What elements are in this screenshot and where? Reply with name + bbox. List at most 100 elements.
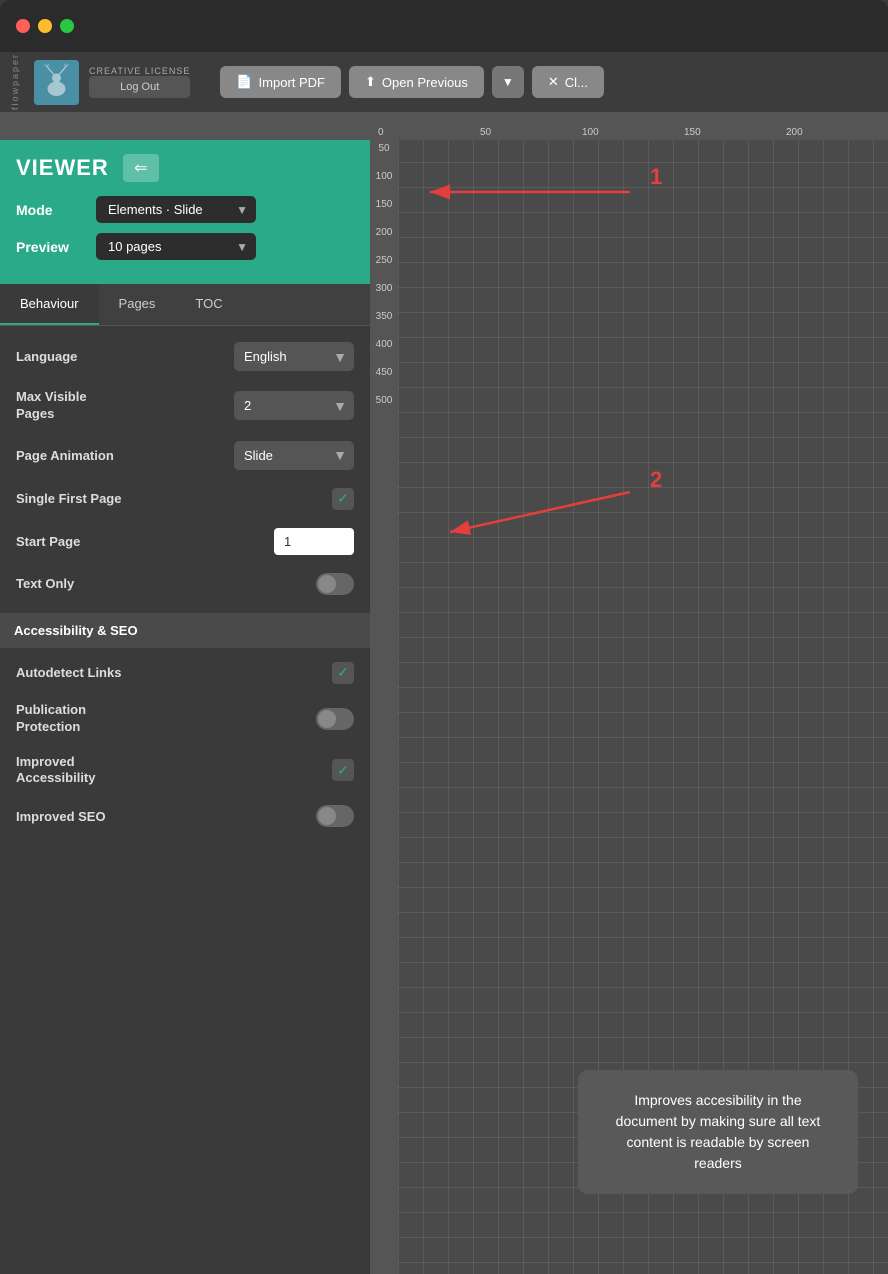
ruler-left-tick-200: 200 xyxy=(376,228,393,238)
language-select[interactable]: English French German Spanish xyxy=(234,342,354,371)
panel-content: Language English French German Spanish ▼… xyxy=(0,326,370,1274)
preview-select-wrapper: 10 pages 5 pages All pages ▼ xyxy=(96,233,256,260)
open-prev-icon: ⬆ xyxy=(365,74,376,90)
viewer-swap-icon: ⇐ xyxy=(134,158,147,178)
improved-accessibility-label: ImprovedAccessibility xyxy=(16,754,332,788)
ruler-left-tick-450: 450 xyxy=(376,368,393,378)
open-previous-dropdown[interactable]: ▼ xyxy=(492,66,524,98)
max-visible-row: Max VisiblePages 1 2 3 4 ▼ xyxy=(16,389,354,423)
autodetect-links-checkbox-area: ✓ xyxy=(332,662,354,684)
maximize-traffic-light[interactable] xyxy=(60,19,74,33)
improved-accessibility-row: ImprovedAccessibility ✓ xyxy=(16,754,354,788)
tab-pages[interactable]: Pages xyxy=(99,284,176,325)
preview-select[interactable]: 10 pages 5 pages All pages xyxy=(96,233,256,260)
tabs-bar: Behaviour Pages TOC xyxy=(0,284,370,326)
mode-select-wrapper: Elements · Slide Flipbook Presentation ▼ xyxy=(96,196,256,223)
ruler-left-tick-500: 500 xyxy=(376,396,393,406)
title-bar xyxy=(0,0,888,52)
tooltip-box: Improves accesibility in the document by… xyxy=(578,1070,858,1194)
publication-protection-row: PublicationProtection xyxy=(16,702,354,736)
ruler-tick-100: 100 xyxy=(582,127,684,138)
publication-protection-toggle[interactable] xyxy=(316,708,354,730)
ruler-tick-150: 150 xyxy=(684,127,786,138)
single-first-page-checkbox-area: ✓ xyxy=(332,488,354,510)
flowpaper-logo-icon xyxy=(34,60,79,105)
close-label: Cl... xyxy=(565,75,588,90)
ruler-left-tick-150: 150 xyxy=(376,200,393,210)
single-first-page-row: Single First Page ✓ xyxy=(16,488,354,510)
logout-button[interactable]: Log Out xyxy=(89,76,190,98)
autodetect-links-label: Autodetect Links xyxy=(16,665,332,680)
max-visible-select-wrapper: 1 2 3 4 ▼ xyxy=(234,391,354,420)
ruler-tick-50: 50 xyxy=(480,127,582,138)
start-page-input[interactable] xyxy=(274,528,354,555)
preview-label: Preview xyxy=(16,239,96,255)
improved-accessibility-checkbox-area: ✓ xyxy=(332,759,354,781)
text-only-knob xyxy=(318,575,336,593)
improved-accessibility-check-icon: ✓ xyxy=(337,762,349,779)
page-animation-label: Page Animation xyxy=(16,448,234,463)
publication-protection-label: PublicationProtection xyxy=(16,702,316,736)
max-visible-label: Max VisiblePages xyxy=(16,389,234,423)
ruler-tick-0: 0 xyxy=(378,127,480,138)
improved-seo-row: Improved SEO xyxy=(16,805,354,827)
max-visible-select[interactable]: 1 2 3 4 xyxy=(234,391,354,420)
open-previous-button[interactable]: ⬆ Open Previous xyxy=(349,66,484,98)
start-page-label: Start Page xyxy=(16,534,274,549)
improved-seo-toggle[interactable] xyxy=(316,805,354,827)
ruler-left: 0 50 100 150 200 250 300 350 400 450 500 xyxy=(370,112,398,1274)
start-page-row: Start Page xyxy=(16,528,354,555)
close-traffic-light[interactable] xyxy=(16,19,30,33)
language-label: Language xyxy=(16,349,234,364)
close-button[interactable]: ✕ Cl... xyxy=(532,66,604,98)
ruler-tick-200: 200 xyxy=(786,127,888,138)
ruler-left-tick-400: 400 xyxy=(376,340,393,350)
main-area: VIEWER ⇐ Mode Elements · Slide Flipbook … xyxy=(0,112,888,1274)
import-pdf-icon: 📄 xyxy=(236,74,252,90)
minimize-traffic-light[interactable] xyxy=(38,19,52,33)
left-panel: VIEWER ⇐ Mode Elements · Slide Flipbook … xyxy=(0,112,370,1274)
import-pdf-label: Import PDF xyxy=(259,75,325,90)
viewer-icon-box[interactable]: ⇐ xyxy=(123,154,159,182)
accessibility-section-header: Accessibility & SEO xyxy=(0,613,370,648)
page-animation-select[interactable]: Slide Fade None xyxy=(234,441,354,470)
tooltip-text: Improves accesibility in the document by… xyxy=(616,1092,821,1171)
accessibility-section-label: Accessibility & SEO xyxy=(14,623,138,638)
close-icon: ✕ xyxy=(548,74,559,90)
language-select-wrapper: English French German Spanish ▼ xyxy=(234,342,354,371)
viewer-header: VIEWER ⇐ xyxy=(16,154,354,182)
tab-behaviour[interactable]: Behaviour xyxy=(0,284,99,325)
text-only-toggle[interactable] xyxy=(316,573,354,595)
ruler-left-tick-50: 50 xyxy=(378,144,389,154)
mode-row: Mode Elements · Slide Flipbook Presentat… xyxy=(16,196,354,223)
ruler-top: 0 50 100 150 200 xyxy=(370,112,888,140)
autodetect-links-check-icon: ✓ xyxy=(337,664,349,681)
open-prev-label: Open Previous xyxy=(382,75,468,90)
single-first-page-checkbox[interactable]: ✓ xyxy=(332,488,354,510)
viewer-section: VIEWER ⇐ Mode Elements · Slide Flipbook … xyxy=(0,140,370,284)
single-first-page-check-icon: ✓ xyxy=(337,490,349,507)
brand-label: CREATIVE LICENSE xyxy=(89,66,190,76)
page-animation-row: Page Animation Slide Fade None ▼ xyxy=(16,441,354,470)
viewer-title: VIEWER xyxy=(16,155,109,181)
ruler-left-tick-100: 100 xyxy=(376,172,393,182)
improved-accessibility-checkbox[interactable]: ✓ xyxy=(332,759,354,781)
text-only-label: Text Only xyxy=(16,576,316,591)
tab-toc[interactable]: TOC xyxy=(175,284,242,325)
ruler-left-tick-300: 300 xyxy=(376,284,393,294)
page-animation-select-wrapper: Slide Fade None ▼ xyxy=(234,441,354,470)
autodetect-links-row: Autodetect Links ✓ xyxy=(16,662,354,684)
logo-text: CREATIVE LICENSE Log Out xyxy=(89,66,190,98)
import-pdf-button[interactable]: 📄 Import PDF xyxy=(220,66,341,98)
traffic-lights xyxy=(16,19,74,33)
header-bar: flowpaper CREATIVE LICENSE Log Out 📄 xyxy=(0,52,888,112)
flowpaper-brand-label: flowpaper xyxy=(10,53,20,110)
ruler-left-tick-250: 250 xyxy=(376,256,393,266)
language-row: Language English French German Spanish ▼ xyxy=(16,342,354,371)
improved-seo-knob xyxy=(318,807,336,825)
mode-select[interactable]: Elements · Slide Flipbook Presentation xyxy=(96,196,256,223)
ruler-top-spacer xyxy=(0,112,370,140)
single-first-page-label: Single First Page xyxy=(16,491,332,506)
text-only-row: Text Only xyxy=(16,573,354,595)
autodetect-links-checkbox[interactable]: ✓ xyxy=(332,662,354,684)
